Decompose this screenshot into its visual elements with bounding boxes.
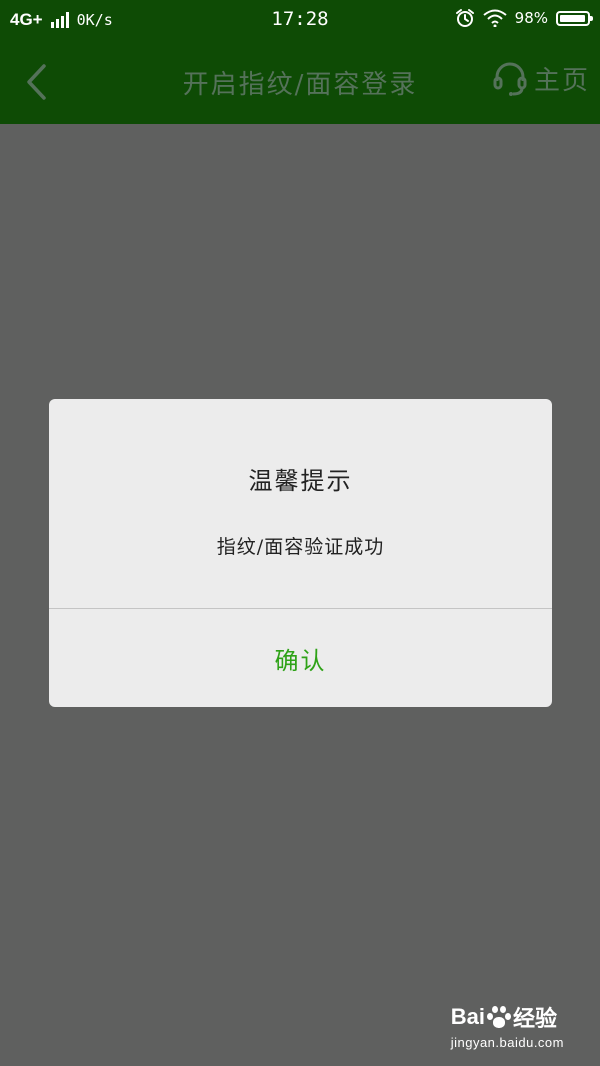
alarm-icon: [455, 9, 474, 27]
battery-icon: [556, 10, 593, 26]
battery-percent: 98%: [514, 9, 548, 27]
alert-dialog: 温馨提示 指纹/面容验证成功 确认: [49, 399, 552, 707]
baidu-jingyan-watermark: Bai 经验 jingyan.baidu.com: [451, 1001, 564, 1050]
home-button[interactable]: 主页: [492, 60, 590, 97]
watermark-url: jingyan.baidu.com: [450, 1035, 564, 1050]
paw-icon: [486, 1005, 512, 1029]
home-label: 主页: [533, 66, 590, 96]
confirm-button[interactable]: 确认: [49, 609, 552, 707]
nav-bar: 开启指纹/面容登录 主页: [0, 40, 600, 124]
watermark-logo: Bai 经验: [451, 1001, 564, 1033]
dialog-message: 指纹/面容验证成功: [216, 536, 385, 558]
status-bar: 4G+ 0K/s 17:28 98%: [0, 0, 600, 40]
dialog-title: 温馨提示: [248, 467, 353, 495]
status-right: 98%: [455, 8, 593, 28]
battery-fill: [560, 14, 586, 22]
watermark-brand-suffix: 经验: [512, 1006, 557, 1031]
headset-icon: [493, 62, 527, 96]
watermark-brand-prefix: Bai: [450, 1004, 485, 1029]
wifi-icon: [483, 9, 507, 27]
